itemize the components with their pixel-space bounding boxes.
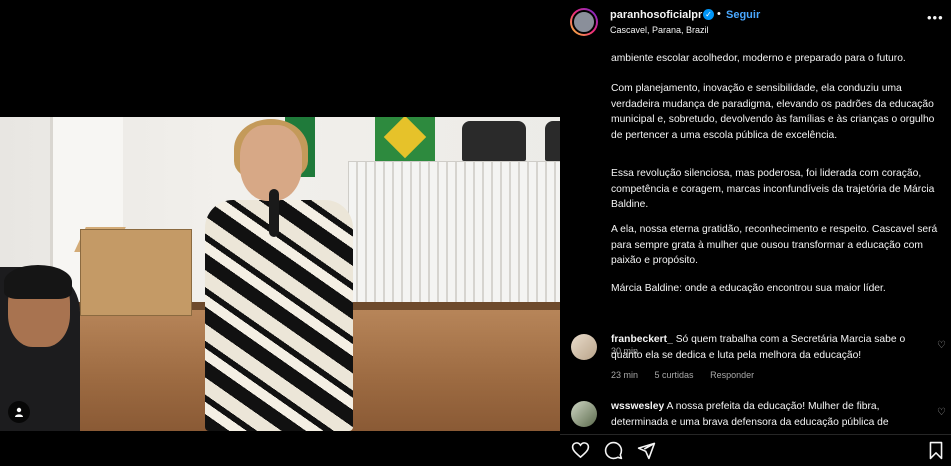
caption-paragraph: Márcia Baldine: onde a educação encontro…: [611, 283, 886, 294]
photo-chair: [462, 121, 526, 161]
heart-icon[interactable]: ♡: [937, 407, 946, 418]
commenter-avatar[interactable]: [571, 334, 597, 360]
comment-likes[interactable]: 5 curtidas: [655, 370, 694, 380]
author-avatar[interactable]: [570, 8, 598, 36]
user-tag-icon[interactable]: [8, 401, 30, 423]
comment-reply-button[interactable]: Responder: [710, 370, 754, 380]
caption-paragraph: Essa revolução silenciosa, mas poderosa,…: [611, 168, 935, 210]
follow-button[interactable]: Seguir: [726, 9, 760, 21]
more-options-icon[interactable]: •••: [927, 10, 944, 25]
verified-badge-icon: ✓: [703, 9, 714, 20]
photo-radiator: [348, 161, 560, 313]
heart-icon[interactable]: [571, 441, 590, 459]
post-actions-bar: [560, 434, 951, 466]
comments-scroll-area[interactable]: ambiente escolar acolhedor, moderno e pr…: [560, 44, 951, 434]
comment-time: 23 min: [611, 370, 639, 380]
post-side-panel: paranhosoficialpr ✓ • Seguir Cascavel, P…: [560, 0, 951, 465]
heart-icon[interactable]: ♡: [937, 340, 946, 351]
photo-chair: [545, 121, 560, 161]
comment-text: franbeckert_ Só quem trabalha com a Secr…: [611, 332, 927, 363]
share-icon[interactable]: [637, 441, 656, 460]
caption-paragraph: Com planejamento, inovação e sensibilida…: [611, 83, 935, 141]
photo-cardboard-box: [80, 229, 192, 316]
photo-microphone: [269, 189, 279, 237]
photo-audience-hair: [4, 265, 72, 299]
post-location[interactable]: Cascavel, Parana, Brazil: [610, 25, 709, 35]
post-photo: [0, 117, 560, 431]
photo-speaker-dress: [205, 200, 353, 431]
caption-paragraph: A ela, nossa eterna gratidão, reconhecim…: [611, 224, 938, 266]
separator-dot: •: [717, 8, 721, 20]
commenter-avatar[interactable]: [571, 401, 597, 427]
comment-meta: 23 min 5 curtidas Responder: [611, 370, 768, 380]
caption-paragraph: ambiente escolar acolhedor, moderno e pr…: [611, 53, 906, 64]
comment-text: wsswesley A nossa prefeita da educação! …: [611, 399, 927, 430]
post-media[interactable]: [0, 0, 560, 465]
post-header: paranhosoficialpr ✓ • Seguir Cascavel, P…: [560, 0, 951, 44]
author-username[interactable]: paranhosoficialpr: [610, 9, 702, 21]
bookmark-icon[interactable]: [928, 441, 944, 460]
comment-icon[interactable]: [604, 441, 623, 460]
comment-username[interactable]: wsswesley: [611, 401, 664, 412]
comment-username[interactable]: franbeckert_: [611, 334, 673, 345]
